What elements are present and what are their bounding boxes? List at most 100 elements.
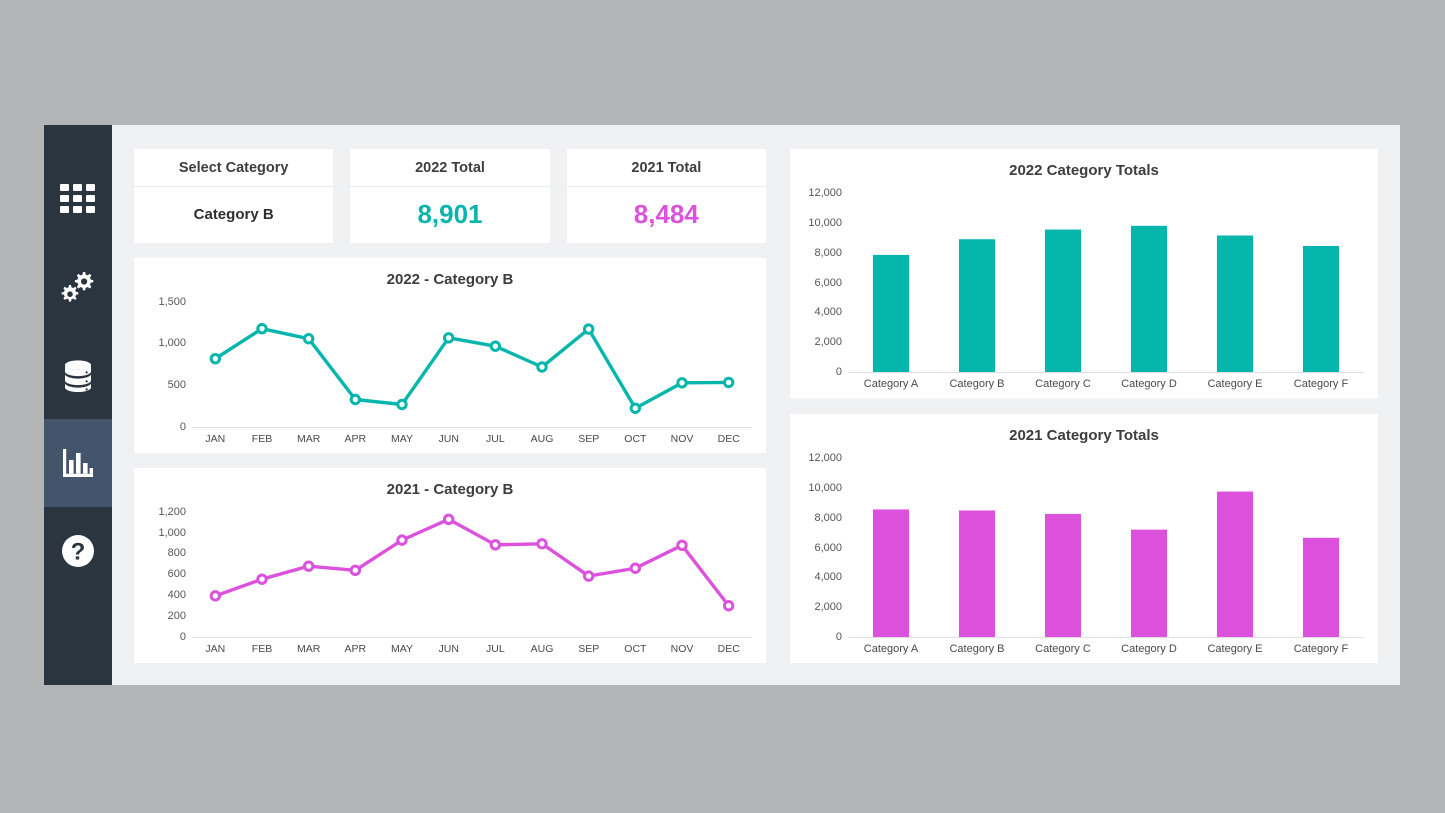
kpi-value-wrap: 8,901 (350, 187, 549, 243)
data-point-marker[interactable] (722, 376, 735, 388)
data-point-marker[interactable] (302, 332, 315, 344)
chart-title: 2021 Category Totals (1009, 427, 1159, 444)
chart-series (872, 225, 1340, 372)
x-axis-tick-label: JAN (205, 642, 226, 655)
bar[interactable] (1044, 513, 1082, 637)
x-axis-tick-label: DEC (717, 432, 740, 445)
data-point-marker[interactable] (676, 376, 688, 389)
x-axis-tick-label: Category D (1121, 378, 1177, 390)
x-axis-tick-label: OCT (624, 432, 647, 445)
x-axis-labels: Category A Category B Category C Category D… (848, 378, 1364, 390)
bar-chart-2021-plot: 0 2,000 4,000 6,000 8,000 10,000 12,000 Categor… (790, 444, 1378, 663)
kpi-value-wrap: Category B (134, 187, 333, 243)
left-column: Select Category Category B 2022 Total 8,… (134, 149, 766, 663)
sidebar-item-help[interactable]: ? (44, 507, 112, 595)
data-point-marker[interactable] (489, 340, 502, 352)
bar[interactable] (958, 239, 996, 372)
x-axis-tick-label: Category B (949, 378, 1005, 390)
chart-title: 2022 Category Totals (1009, 162, 1159, 179)
data-point-marker[interactable] (489, 538, 502, 551)
chart-title: 2022 - Category B (386, 270, 514, 288)
x-axis-tick-label: Category E (1207, 378, 1263, 390)
data-point-marker[interactable] (536, 537, 548, 550)
x-axis-tick-label: SEP (578, 432, 600, 445)
kpi-card-2021-total: 2021 Total 8,484 (566, 149, 766, 243)
kpi-value-wrap: 8,484 (567, 187, 766, 243)
bar[interactable] (1216, 235, 1254, 372)
bar[interactable] (1302, 537, 1340, 637)
data-point-marker[interactable] (722, 599, 735, 612)
bar[interactable] (1044, 229, 1082, 372)
x-axis-labels: JAN FEB MAR APR MAY JUN JUL AUG SEP OCT NOV DEC (192, 643, 752, 655)
data-point-marker[interactable] (582, 322, 595, 335)
x-axis-labels: JAN FEB MAR APR MAY JUN JUL AUG SEP OCT NOV DEC (192, 433, 752, 445)
right-column: 2022 Category Totals 0 2,000 4,000 6,000 8,0… (790, 149, 1378, 663)
x-axis-tick-label: MAY (391, 642, 414, 655)
total-2022-value: 8,901 (417, 199, 483, 230)
x-axis-tick-label: JUL (486, 642, 505, 655)
x-axis-tick-label: APR (344, 432, 367, 445)
chart-series (209, 513, 735, 612)
bar-chart-2022-plot: 0 2,000 4,000 6,000 8,000 10,000 12,000 Categor… (790, 179, 1378, 398)
x-axis-tick-label: Category C (1035, 643, 1091, 655)
line-path (213, 517, 731, 608)
data-point-marker[interactable] (442, 513, 455, 525)
x-axis-tick-label: MAY (391, 432, 414, 445)
dashboard-content: Select Category Category B 2022 Total 8,… (112, 125, 1400, 685)
data-point-marker[interactable] (442, 331, 455, 344)
data-point-marker[interactable] (349, 393, 362, 405)
x-axis-tick-label: Category F (1293, 643, 1349, 655)
line-chart-2022-plot: 0 500 1,000 1,500 JAN FEB MAR APR MAY JUN JUL AUG SE… (134, 288, 766, 453)
data-point-marker[interactable] (396, 398, 408, 410)
bar[interactable] (1130, 529, 1168, 637)
chart-card-bar-2021: 2021 Category Totals 0 2,000 4,000 6,000 8,0… (790, 414, 1378, 663)
data-point-marker[interactable] (209, 589, 222, 602)
x-axis-tick-label: DEC (717, 642, 740, 655)
bar[interactable] (958, 510, 996, 637)
x-axis-tick-label: APR (344, 642, 367, 655)
x-axis-tick-label: Category A (863, 378, 919, 390)
x-axis-tick-label: MAR (297, 642, 321, 655)
bar[interactable] (1216, 491, 1254, 637)
bar[interactable] (1302, 245, 1340, 372)
x-axis-tick-label: AUG (530, 432, 554, 445)
sidebar-item-apps-grid[interactable] (44, 155, 112, 243)
data-point-marker[interactable] (256, 322, 268, 334)
sidebar: ? (44, 125, 112, 685)
data-point-marker[interactable] (396, 534, 408, 546)
kpi-card-select-category[interactable]: Select Category Category B (134, 149, 334, 243)
chart-card-line-2022: 2022 - Category B 0 500 1,000 1,500 JAN FEB MA… (134, 257, 766, 453)
chart-card-line-2021: 2021 - Category B 0 200 400 600 800 1,000 1,20… (134, 467, 766, 663)
bar[interactable] (872, 509, 910, 637)
data-point-marker[interactable] (629, 562, 642, 574)
data-point-marker[interactable] (349, 564, 362, 576)
x-axis-tick-label: JUL (486, 432, 505, 445)
grid-icon (60, 184, 96, 214)
x-axis-tick-label: NOV (670, 642, 694, 655)
x-axis-tick-label: Category D (1121, 643, 1177, 655)
kpi-row: Select Category Category B 2022 Total 8,… (134, 149, 766, 243)
data-point-marker[interactable] (676, 539, 688, 551)
data-point-marker[interactable] (536, 360, 548, 373)
x-axis-tick-label: JUN (438, 642, 459, 655)
data-point-marker[interactable] (256, 573, 268, 585)
sidebar-item-settings[interactable] (44, 243, 112, 331)
x-axis-tick-label: Category B (949, 643, 1005, 655)
selected-category-value: Category B (193, 206, 274, 224)
chart-series (209, 322, 735, 414)
data-point-marker[interactable] (582, 570, 595, 582)
data-point-marker[interactable] (629, 402, 642, 414)
x-axis-tick-label: FEB (251, 432, 273, 445)
database-icon (61, 358, 95, 392)
sidebar-item-database[interactable] (44, 331, 112, 419)
data-point-marker[interactable] (209, 352, 222, 364)
sidebar-item-reports[interactable] (44, 419, 112, 507)
svg-text:?: ? (71, 539, 86, 566)
bar[interactable] (1130, 225, 1168, 372)
x-axis-tick-label: JUN (438, 432, 459, 445)
kpi-label: Select Category (134, 149, 334, 187)
chart-series (872, 491, 1340, 637)
data-point-marker[interactable] (302, 560, 315, 572)
bar[interactable] (872, 254, 910, 372)
x-axis-tick-label: Category E (1207, 643, 1263, 655)
